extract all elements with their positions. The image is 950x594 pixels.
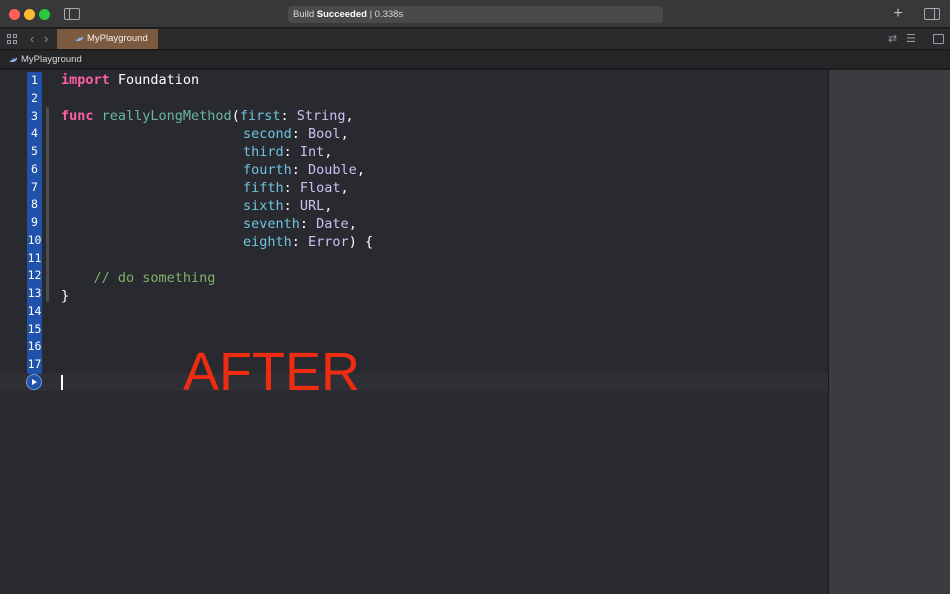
code-token: Double [308, 162, 357, 178]
code-token: import [61, 72, 110, 88]
chevron-left-icon[interactable]: ‹ [30, 31, 34, 47]
after-label: AFTER [183, 342, 361, 402]
code-token: , [340, 180, 349, 196]
chevron-right-icon[interactable]: › [44, 31, 48, 47]
code-line-10[interactable]: eighth: Error) { [243, 233, 373, 251]
code-token: : [291, 126, 309, 142]
grid-icon[interactable] [7, 34, 17, 44]
code-line-4[interactable]: second: Bool, [243, 125, 349, 143]
zoom-window-icon[interactable] [39, 9, 50, 20]
code-token: fourth [243, 162, 292, 178]
breadcrumb-item-myplayground[interactable]: MyPlayground [21, 51, 82, 69]
line-number[interactable]: 7 [27, 178, 42, 196]
line-number[interactable]: 11 [27, 249, 42, 267]
code-token: func [61, 108, 94, 124]
swift-icon [74, 35, 84, 43]
code-token: , [324, 144, 333, 160]
code-token: first [239, 108, 281, 124]
line-number[interactable]: 14 [27, 302, 42, 320]
add-icon[interactable]: + [891, 5, 905, 23]
code-token: : [291, 162, 309, 178]
code-line-3[interactable]: func reallyLongMethod(first: String, [61, 107, 354, 125]
code-token: : [280, 108, 297, 124]
title-bar: Build Succeeded | 0.338s + [0, 0, 950, 28]
code-token: Int [299, 144, 325, 160]
code-token: , [340, 126, 349, 142]
code-token: Foundation [109, 72, 200, 88]
build-status: Build Succeeded | 0.338s [288, 6, 663, 23]
text-cursor [61, 375, 63, 390]
code-token: Error [308, 234, 349, 250]
line-number[interactable]: 12 [27, 266, 42, 284]
code-token: reallyLongMethod [93, 108, 232, 124]
code-token: ( [231, 108, 240, 124]
inspector-toggle-icon[interactable] [924, 8, 940, 20]
code-line-12[interactable]: // do something [61, 269, 216, 287]
code-line-7[interactable]: fifth: Float, [243, 179, 349, 197]
tab-bar: ‹ › MyPlayground ⇄ ☰ [0, 29, 950, 50]
code-line-13[interactable]: } [61, 287, 69, 305]
line-number[interactable]: 9 [27, 213, 42, 231]
code-line-9[interactable]: seventh: Date, [243, 215, 357, 233]
run-icon[interactable] [26, 374, 42, 390]
code-token: , [324, 198, 333, 214]
minimize-window-icon[interactable] [24, 9, 35, 20]
code-token: : [299, 216, 317, 232]
swap-icon[interactable]: ⇄ [888, 33, 897, 46]
code-token: : [291, 234, 309, 250]
line-number[interactable]: 5 [27, 142, 42, 160]
code-token: , [348, 216, 357, 232]
code-token: : [283, 144, 300, 160]
sidebar-toggle-icon[interactable] [64, 8, 80, 20]
code-line-6[interactable]: fourth: Double, [243, 161, 365, 179]
code-line-8[interactable]: sixth: URL, [243, 197, 332, 215]
build-status-time: | 0.338s [366, 9, 404, 20]
code-token: Date [316, 216, 349, 232]
code-token: sixth [243, 198, 284, 214]
code-token: seventh [243, 216, 300, 232]
code-token: , [356, 162, 365, 178]
build-status-result: Succeeded [316, 9, 367, 20]
line-number[interactable]: 16 [27, 337, 42, 355]
line-number[interactable]: 6 [27, 160, 42, 178]
code-token: fifth [243, 180, 284, 196]
line-number[interactable]: 2 [27, 89, 42, 107]
code-token: , [345, 108, 354, 124]
code-token: Float [299, 180, 341, 196]
code-token: second [243, 126, 292, 142]
current-line-highlight [0, 373, 828, 391]
breadcrumb: MyPlayground [0, 51, 950, 69]
code-token: : [283, 180, 300, 196]
lines-icon[interactable]: ☰ [906, 33, 916, 46]
close-window-icon[interactable] [9, 9, 20, 20]
line-number[interactable]: 4 [27, 124, 42, 142]
code-token: String [296, 108, 346, 124]
build-status-prefix: Build [293, 9, 317, 20]
tab-myplayground[interactable]: MyPlayground [57, 29, 158, 49]
code-token: Bool [308, 126, 341, 142]
code-line-5[interactable]: third: Int, [243, 143, 332, 161]
line-number[interactable]: 17 [27, 355, 42, 373]
tab-label: MyPlayground [87, 33, 148, 44]
code-editor[interactable]: 1 2 3 4 5 6 7 8 9 10 11 12 13 14 15 16 17 import Foundat… [0, 70, 828, 594]
swift-icon [8, 56, 18, 64]
line-number[interactable]: 13 [27, 284, 42, 302]
line-number[interactable]: 1 [27, 71, 42, 89]
results-sidebar [828, 70, 950, 594]
code-line-1[interactable]: import Foundation [61, 71, 199, 89]
code-token: URL [299, 198, 325, 214]
line-number[interactable]: 3 [27, 107, 42, 125]
line-number[interactable]: 8 [27, 195, 42, 213]
code-token: third [243, 144, 284, 160]
code-token: : [283, 198, 300, 214]
code-fold-ribbon[interactable] [46, 107, 49, 302]
line-number[interactable]: 15 [27, 320, 42, 338]
line-number[interactable]: 10 [27, 231, 42, 249]
panel-icon[interactable] [933, 34, 944, 44]
code-token: eighth [243, 234, 292, 250]
code-token: ) { [348, 234, 374, 250]
